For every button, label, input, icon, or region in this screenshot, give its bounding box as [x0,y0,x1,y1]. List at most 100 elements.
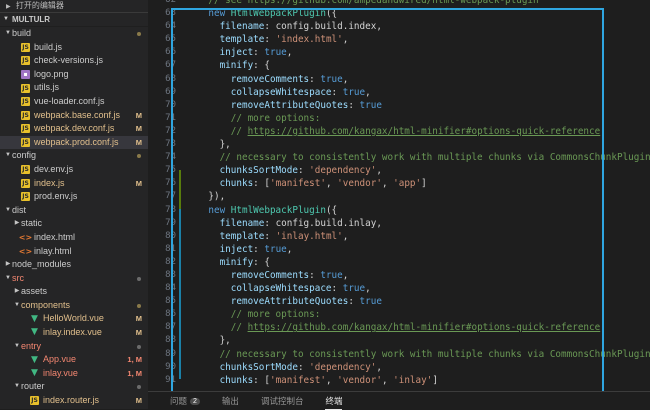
code-token: collapseWhitespace [186,86,332,98]
code-line: removeComments: true, [186,269,650,282]
line-number: 76 [165,178,176,189]
code-token: // more options: [186,309,321,321]
code-line: removeAttributeQuotes: true [186,295,650,308]
tree-file[interactable]: JS check-versions.js [0,54,148,68]
code-token: 'vendor' [337,178,382,190]
code-token: 'index.html' [275,34,343,46]
tree-file[interactable]: ▼ App.vue 1, M [0,353,148,367]
tree-folder[interactable]: ▼ components [0,299,148,313]
tree-file[interactable]: ▪ logo.png [0,68,148,82]
tree-file[interactable]: JS index.router.js M [0,394,148,408]
code-token[interactable]: https://github.com/kangax/html-minifier#… [248,126,601,137]
panel-tab[interactable]: 终端 [325,392,343,410]
folder-status-dot [137,276,141,281]
code-token: 'app' [393,178,422,190]
code-editor[interactable]: 62 63 64 65 66 67 68 69 70 71 72 73 74 75 76 77 78 79 80 81… [148,0,650,391]
code-line: template: 'index.html', [186,33,650,46]
code-token: 'manifest' [269,178,326,190]
code-token: HtmlWebpackPlugin [230,204,326,216]
code-line: template: 'inlay.html', [186,230,650,243]
tree-file[interactable]: JS webpack.base.conf.js M [0,109,148,123]
code-token: 'dependency' [309,361,377,373]
code-line: // https://github.com/kangax/html-minifi… [186,125,650,138]
tree-file[interactable]: JS utils.js [0,81,148,95]
code-token: : [264,34,276,46]
js-file-icon: JS [21,165,30,175]
tree-folder[interactable]: ▼ dist [0,204,148,218]
code-token: // [186,322,248,334]
tree-file[interactable]: ▼ HelloWorld.vue M [0,312,148,326]
js-file-icon: JS [21,178,30,188]
code-token: inject [186,47,254,59]
tree-folder[interactable]: ▼ build [0,27,148,41]
tree-file[interactable]: JS webpack.dev.conf.js M [0,122,148,136]
tree-folder[interactable]: ▶ assets [0,285,148,299]
js-file-icon: JS [30,396,39,406]
problems-count-badge: 2 [190,397,200,405]
chevron-down-icon: ▼ [5,206,11,213]
tree-file[interactable]: ▼ inlay.index.vue M [0,326,148,340]
tree-folder[interactable]: ▼ entry [0,340,148,354]
code-token: : config.build.index, [264,21,382,33]
code-token: removeAttributeQuotes [186,296,349,308]
code-token: template [186,34,265,46]
open-editors-header[interactable]: ▶ 打开的编辑器 [0,0,148,12]
line-number: 70 [165,99,176,110]
code-token: removeAttributeQuotes [186,99,349,111]
line-number-gutter: 62 63 64 65 66 67 68 69 70 71 72 73 74 75 76 77 78 79 80 81… [148,0,180,385]
tree-folder[interactable]: ▶ static [0,217,148,231]
panel-tab[interactable]: 输出 [222,392,239,410]
code-token[interactable]: https://github.com/kangax/html-minifier#… [248,322,601,333]
tree-file[interactable]: <> inlay.html [0,245,148,259]
code-token: : [348,296,360,308]
code-token: template [186,230,265,242]
git-status-badge: 1, M [127,355,142,365]
code-token: }), [186,191,226,203]
code-token: : config.build.inlay, [264,217,382,229]
code-token: : [348,99,360,111]
vue-file-icon: ▼ [31,368,38,379]
code-token: , [342,230,349,242]
tree-folder[interactable]: ▼ config [0,149,148,163]
code-token: ] [421,178,427,190]
code-token: // necessary to consistently work with m… [186,348,650,360]
tree-item-label: index.html [34,231,76,242]
panel-tab[interactable]: 调试控制台 [261,392,304,410]
code-token: : [331,86,343,98]
code-token: , [325,374,338,386]
panel-tab[interactable]: 问题 2 [170,392,200,410]
code-line: // more options: [186,112,650,125]
tree-file[interactable]: JS prod.env.js [0,190,148,204]
tree-folder[interactable]: ▼ src [0,272,148,286]
tree-file[interactable]: ▼ inlay.vue 1, M [0,367,148,381]
git-change-bar [179,209,181,379]
folder-status-dot [137,344,141,349]
js-file-icon: JS [21,83,30,93]
line-number: 74 [165,152,176,163]
code-token: : [309,73,321,85]
project-section-header[interactable]: ▼ MULTULR [0,12,148,27]
code-line: inject: true, [186,46,650,59]
tree-file[interactable]: JS dev.env.js [0,163,148,177]
tree-item-label: config [12,150,37,161]
line-number: 69 [165,86,176,97]
js-file-icon: JS [21,192,30,202]
code-token: , [342,34,349,46]
line-number: 72 [165,125,176,136]
tree-file[interactable]: JS webpack.prod.conf.js M [0,135,148,150]
tree-folder[interactable]: ▼ router [0,380,148,394]
code-line: chunksSortMode: 'dependency', [186,361,650,374]
code-token: // [186,125,248,137]
line-number: 84 [165,283,176,294]
chevron-down-icon: ▼ [14,342,20,349]
code-token: , [325,178,338,190]
tree-file[interactable]: JS build.js [0,41,148,55]
code-token: , [376,361,382,373]
tree-file[interactable]: JS vue-loader.conf.js [0,95,148,109]
tree-file[interactable]: <> index.html [0,231,148,245]
tree-folder[interactable]: ▶ node_modules [0,258,148,272]
code-lines: // see https://github.com/ampedandwired/… [186,0,650,387]
tree-item-label: dev.env.js [34,163,74,174]
code-token: chunks [186,178,254,190]
tree-file[interactable]: JS index.js M [0,177,148,191]
